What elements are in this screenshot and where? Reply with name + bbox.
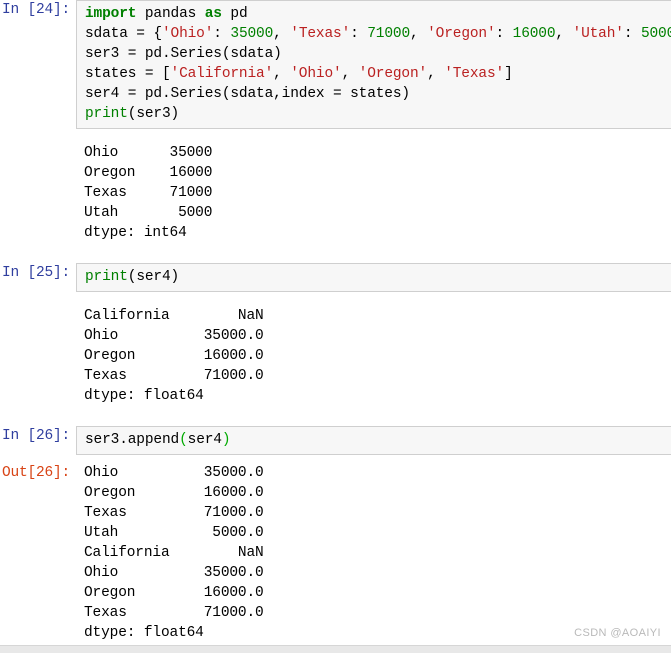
notebook-cell-input[interactable]: In [25]: print(ser4) <box>0 263 671 292</box>
notebook-container: In [24]: import pandas as pd sdata = {'O… <box>0 0 671 653</box>
output-line: Utah 5000 <box>84 205 213 221</box>
cell-spacer <box>0 243 671 263</box>
output-line: Ohio 35000.0 <box>84 465 264 481</box>
output-line: dtype: float64 <box>84 388 204 404</box>
code-editor-24[interactable]: import pandas as pd sdata = {'Ohio': 350… <box>76 0 671 129</box>
out-prompt-placeholder <box>0 143 76 163</box>
code-line: ser3 = pd.Series(sdata) <box>85 46 282 62</box>
output-line: dtype: int64 <box>84 225 187 241</box>
code-editor-25[interactable]: print(ser4) <box>76 263 671 292</box>
output-line: Ohio 35000 <box>84 145 213 161</box>
code-line: ser3.append(ser4) <box>85 432 231 448</box>
notebook-cell-result: Out[26]: Ohio 35000.0 Oregon 16000.0 Tex… <box>0 463 671 643</box>
in-prompt-26: In [26]: <box>1 428 70 444</box>
code-line: ser4 = pd.Series(sdata,index = states) <box>85 86 410 102</box>
notebook-cell-output: Ohio 35000 Oregon 16000 Texas 71000 Utah… <box>0 143 671 243</box>
output-line: California NaN <box>84 545 264 561</box>
cell-spacer <box>0 129 671 143</box>
output-stream-24: Ohio 35000 Oregon 16000 Texas 71000 Utah… <box>76 143 671 243</box>
cell-spacer <box>0 292 671 306</box>
code-line: print(ser3) <box>85 106 180 122</box>
bottom-chrome-bar <box>0 645 671 653</box>
code-line: sdata = {'Ohio': 35000, 'Texas': 71000, … <box>85 26 671 42</box>
out-prompt-placeholder <box>0 306 76 326</box>
cell-spacer <box>0 406 671 426</box>
cell-spacer <box>0 455 671 463</box>
output-line: Oregon 16000 <box>84 165 213 181</box>
output-stream-25: California NaN Ohio 35000.0 Oregon 16000… <box>76 306 671 406</box>
output-line: Ohio 35000.0 <box>84 328 264 344</box>
output-line: Oregon 16000.0 <box>84 585 264 601</box>
code-line: states = ['California', 'Ohio', 'Oregon'… <box>85 66 513 82</box>
output-line: Texas 71000.0 <box>84 605 264 621</box>
code-editor-26[interactable]: ser3.append(ser4) <box>76 426 671 455</box>
watermark-label: CSDN @AOAIYI <box>574 627 661 639</box>
in-prompt-25: In [25]: <box>1 265 70 281</box>
notebook-cell-output: California NaN Ohio 35000.0 Oregon 16000… <box>0 306 671 406</box>
notebook-cell-input[interactable]: In [26]: ser3.append(ser4) <box>0 426 671 455</box>
output-line: Oregon 16000.0 <box>84 348 264 364</box>
out-prompt-26: Out[26]: <box>1 465 70 481</box>
output-line: Texas 71000 <box>84 185 213 201</box>
output-line: Texas 71000.0 <box>84 505 264 521</box>
code-line: import pandas as pd <box>85 6 248 22</box>
in-prompt-24: In [24]: <box>1 2 70 18</box>
output-line: Oregon 16000.0 <box>84 485 264 501</box>
output-line: Utah 5000.0 <box>84 525 264 541</box>
output-line: Ohio 35000.0 <box>84 565 264 581</box>
output-line: Texas 71000.0 <box>84 368 264 384</box>
code-line: print(ser4) <box>85 269 180 285</box>
output-result-26: Ohio 35000.0 Oregon 16000.0 Texas 71000.… <box>76 463 671 643</box>
output-line: California NaN <box>84 308 264 324</box>
notebook-cell-input[interactable]: In [24]: import pandas as pd sdata = {'O… <box>0 0 671 129</box>
